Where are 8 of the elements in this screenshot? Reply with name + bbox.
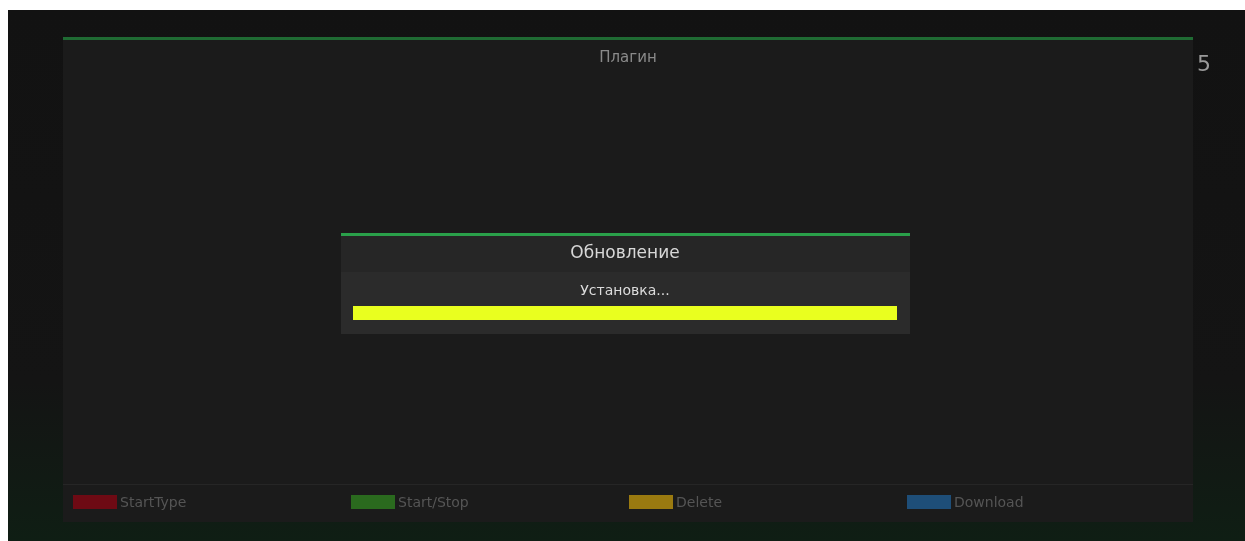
screen-title: Плагин	[599, 48, 657, 66]
key-label: Start/Stop	[398, 494, 469, 510]
edge-digit: 5	[1197, 51, 1211, 78]
status-message: Установка...	[580, 282, 670, 298]
key-label: StartType	[120, 494, 187, 510]
key-label: Delete	[676, 494, 722, 510]
dialog-title: Обновление	[340, 236, 910, 272]
key-label: Download	[954, 494, 1024, 510]
